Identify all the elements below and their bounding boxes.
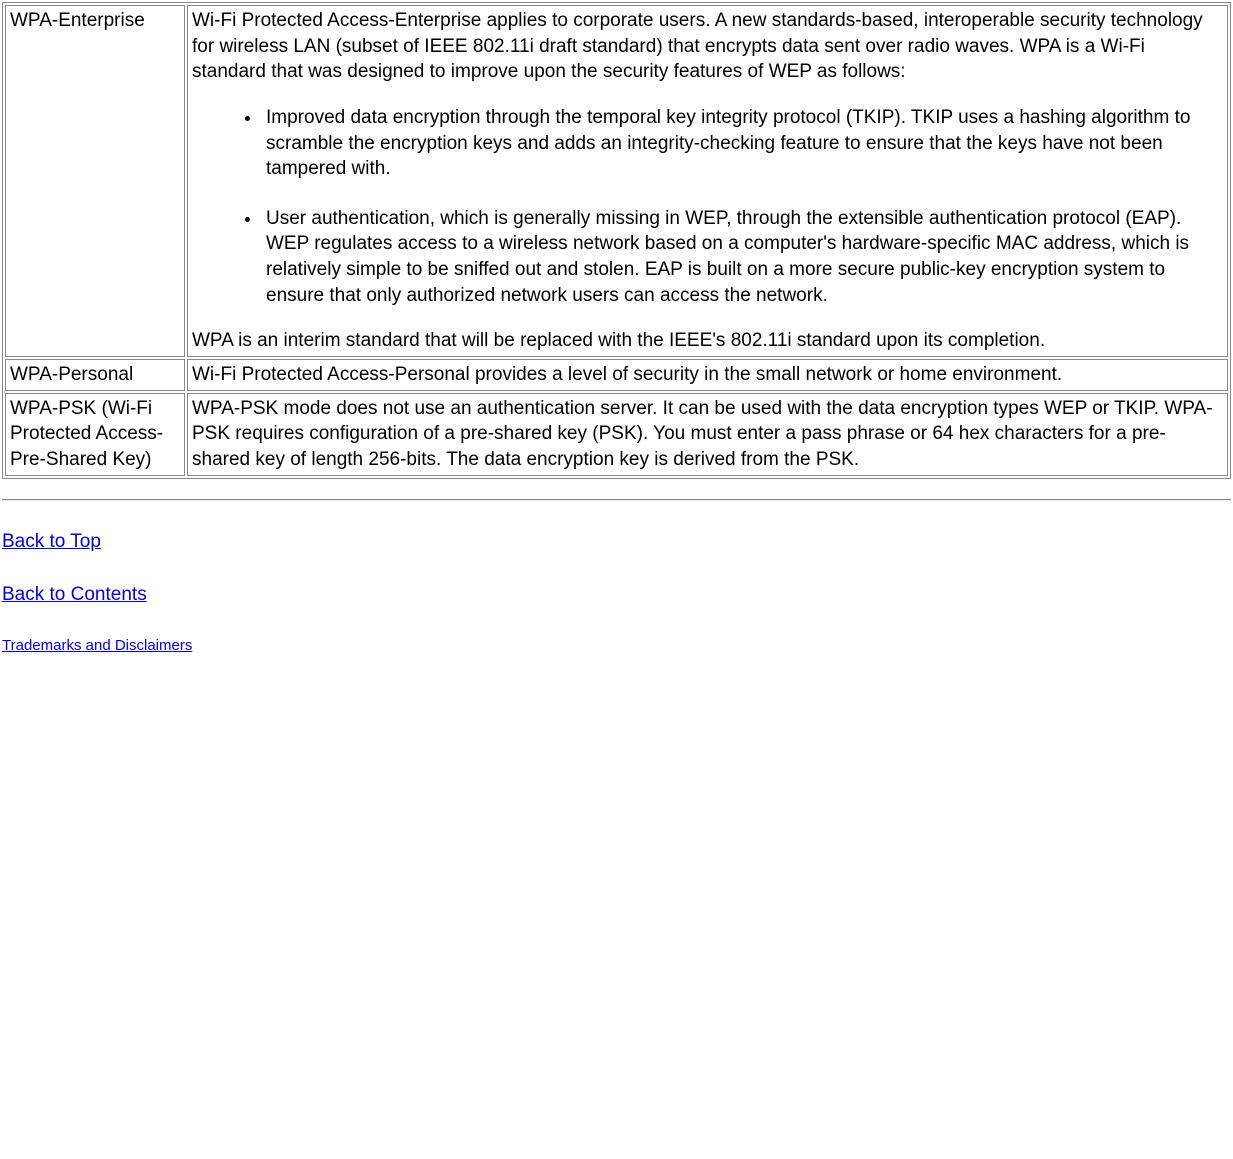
definition-cell: Wi-Fi Protected Access-Enterprise applie… <box>187 5 1228 357</box>
nav-links: Back to Top Back to Contents Trademarks … <box>2 529 1231 657</box>
back-to-contents-link[interactable]: Back to Contents <box>2 584 147 605</box>
list-item: User authentication, which is generally … <box>262 206 1217 309</box>
trademarks-link[interactable]: Trademarks and Disclaimers <box>2 637 192 654</box>
definition-cell: WPA-PSK mode does not use an authenticat… <box>187 393 1228 476</box>
table-row: WPA-PSK (Wi-Fi Protected Access-Pre-Shar… <box>5 393 1228 476</box>
term-cell: WPA-Enterprise <box>5 5 185 357</box>
table-row: WPA-Enterprise Wi-Fi Protected Access-En… <box>5 5 1228 357</box>
divider <box>2 499 1231 501</box>
definition-list: Improved data encryption through the tem… <box>192 105 1223 308</box>
term-cell: WPA-PSK (Wi-Fi Protected Access-Pre-Shar… <box>5 393 185 476</box>
definition-cell: Wi-Fi Protected Access-Personal provides… <box>187 359 1228 391</box>
table-row: WPA-Personal Wi-Fi Protected Access-Pers… <box>5 359 1228 391</box>
definition-intro: Wi-Fi Protected Access-Enterprise applie… <box>192 10 1203 82</box>
term-cell: WPA-Personal <box>5 359 185 391</box>
definition-outro: WPA is an interim standard that will be … <box>192 330 1045 351</box>
glossary-table: WPA-Enterprise Wi-Fi Protected Access-En… <box>2 2 1231 479</box>
list-item: Improved data encryption through the tem… <box>262 105 1217 182</box>
back-to-top-link[interactable]: Back to Top <box>2 531 101 552</box>
